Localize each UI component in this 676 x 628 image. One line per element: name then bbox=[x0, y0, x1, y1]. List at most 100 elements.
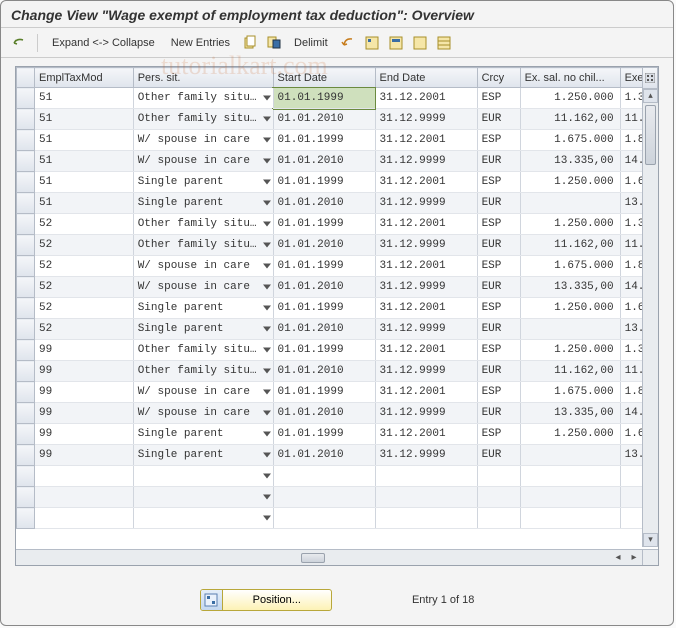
cell-pers-sit[interactable]: Other family situ… bbox=[133, 109, 273, 130]
cell-start-date[interactable]: 01.01.2010 bbox=[273, 193, 375, 214]
cell-pers-sit[interactable]: W/ spouse in care bbox=[133, 277, 273, 298]
table-row[interactable]: 52 Other family situ… 01.01.1999 31.12.2… bbox=[17, 214, 658, 235]
cell-empty[interactable] bbox=[35, 487, 134, 508]
col-empltaxmod[interactable]: EmplTaxMod bbox=[35, 68, 134, 88]
cell-pers-sit[interactable]: W/ spouse in care bbox=[133, 256, 273, 277]
cell-mod[interactable]: 99 bbox=[35, 424, 134, 445]
cell-empty[interactable] bbox=[520, 508, 620, 529]
cell-crcy[interactable]: EUR bbox=[477, 277, 520, 298]
cell-start-date[interactable]: 01.01.1999 bbox=[273, 256, 375, 277]
cell-mod[interactable]: 52 bbox=[35, 298, 134, 319]
cell-mod[interactable]: 51 bbox=[35, 172, 134, 193]
cell-start-date[interactable]: 01.01.1999 bbox=[273, 130, 375, 151]
hscroll-grip-icon[interactable] bbox=[301, 553, 325, 563]
chevron-down-icon[interactable] bbox=[263, 348, 271, 353]
cell-pers-sit[interactable]: W/ spouse in care bbox=[133, 382, 273, 403]
table-row[interactable]: 51 Other family situ… 01.01.1999 31.12.2… bbox=[17, 88, 658, 109]
cell-empty[interactable] bbox=[35, 508, 134, 529]
cell-pers-sit[interactable]: Single parent bbox=[133, 424, 273, 445]
cell-empty[interactable] bbox=[35, 466, 134, 487]
cell-ex-sal[interactable]: 1.675.000 bbox=[520, 382, 620, 403]
cell-mod[interactable]: 52 bbox=[35, 214, 134, 235]
cell-start-date[interactable]: 01.01.1999 bbox=[273, 298, 375, 319]
vertical-scrollbar[interactable]: ▴ ▾ bbox=[642, 89, 658, 547]
cell-end-date[interactable]: 31.12.9999 bbox=[375, 277, 477, 298]
row-selector[interactable] bbox=[17, 466, 35, 487]
cell-crcy[interactable]: EUR bbox=[477, 361, 520, 382]
chevron-down-icon[interactable] bbox=[263, 201, 271, 206]
cell-ex-sal[interactable] bbox=[520, 319, 620, 340]
cell-end-date[interactable]: 31.12.9999 bbox=[375, 445, 477, 466]
cell-mod[interactable]: 99 bbox=[35, 340, 134, 361]
row-selector[interactable] bbox=[17, 319, 35, 340]
chevron-down-icon[interactable] bbox=[263, 243, 271, 248]
row-selector[interactable] bbox=[17, 88, 35, 109]
cell-start-date[interactable]: 01.01.2010 bbox=[273, 235, 375, 256]
cell-ex-sal[interactable]: 13.335,00 bbox=[520, 277, 620, 298]
cell-start-date[interactable]: 01.01.1999 bbox=[273, 382, 375, 403]
cell-crcy[interactable]: ESP bbox=[477, 88, 520, 109]
cell-crcy[interactable]: ESP bbox=[477, 340, 520, 361]
cell-empty[interactable] bbox=[477, 487, 520, 508]
cell-crcy[interactable]: EUR bbox=[477, 151, 520, 172]
scroll-thumb[interactable] bbox=[645, 105, 656, 165]
table-row[interactable]: 99 W/ spouse in care 01.01.2010 31.12.99… bbox=[17, 403, 658, 424]
table-row[interactable]: 99 Other family situ… 01.01.2010 31.12.9… bbox=[17, 361, 658, 382]
cell-pers-sit[interactable]: W/ spouse in care bbox=[133, 130, 273, 151]
cell-pers-sit[interactable]: W/ spouse in care bbox=[133, 403, 273, 424]
cell-pers-sit[interactable]: Single parent bbox=[133, 298, 273, 319]
cell-start-date[interactable]: 01.01.1999 bbox=[273, 172, 375, 193]
cell-pers-sit[interactable]: Other family situ… bbox=[133, 340, 273, 361]
row-selector[interactable] bbox=[17, 151, 35, 172]
cell-mod[interactable]: 52 bbox=[35, 277, 134, 298]
cell-mod[interactable]: 99 bbox=[35, 382, 134, 403]
cell-start-date[interactable]: 01.01.1999 bbox=[273, 88, 375, 109]
cell-pers-sit[interactable]: Single parent bbox=[133, 193, 273, 214]
cell-ex-sal[interactable]: 1.675.000 bbox=[520, 256, 620, 277]
row-selector[interactable] bbox=[17, 214, 35, 235]
cell-ex-sal[interactable]: 13.335,00 bbox=[520, 151, 620, 172]
chevron-down-icon[interactable] bbox=[263, 264, 271, 269]
cell-crcy[interactable]: ESP bbox=[477, 256, 520, 277]
cell-empty[interactable] bbox=[520, 466, 620, 487]
cell-start-date[interactable]: 01.01.2010 bbox=[273, 319, 375, 340]
cell-ex-sal[interactable]: 1.250.000 bbox=[520, 88, 620, 109]
cell-crcy[interactable]: EUR bbox=[477, 235, 520, 256]
cell-ex-sal[interactable]: 1.250.000 bbox=[520, 172, 620, 193]
cell-pers-sit[interactable]: Single parent bbox=[133, 445, 273, 466]
cell-crcy[interactable]: ESP bbox=[477, 424, 520, 445]
select-all-icon[interactable] bbox=[362, 33, 382, 53]
cell-start-date[interactable]: 01.01.2010 bbox=[273, 151, 375, 172]
row-selector[interactable] bbox=[17, 340, 35, 361]
cell-ex-sal[interactable] bbox=[520, 445, 620, 466]
cell-end-date[interactable]: 31.12.9999 bbox=[375, 361, 477, 382]
row-selector[interactable] bbox=[17, 382, 35, 403]
cell-empty[interactable] bbox=[477, 466, 520, 487]
cell-ex-sal[interactable]: 1.250.000 bbox=[520, 340, 620, 361]
cell-ex-sal[interactable]: 11.162,00 bbox=[520, 235, 620, 256]
cell-crcy[interactable]: EUR bbox=[477, 109, 520, 130]
cell-end-date[interactable]: 31.12.2001 bbox=[375, 172, 477, 193]
col-pers-sit[interactable]: Pers. sit. bbox=[133, 68, 273, 88]
cell-ex-sal[interactable]: 1.250.000 bbox=[520, 214, 620, 235]
copy-icon[interactable] bbox=[240, 33, 260, 53]
cell-crcy[interactable]: ESP bbox=[477, 214, 520, 235]
cell-pers-sit[interactable]: Other family situ… bbox=[133, 235, 273, 256]
scroll-down-icon[interactable]: ▾ bbox=[643, 533, 658, 547]
cell-empty[interactable] bbox=[273, 508, 375, 529]
chevron-down-icon[interactable] bbox=[263, 369, 271, 374]
cell-mod[interactable]: 52 bbox=[35, 319, 134, 340]
config-icon[interactable] bbox=[434, 33, 454, 53]
chevron-down-icon[interactable] bbox=[263, 327, 271, 332]
scroll-up-icon[interactable]: ▴ bbox=[643, 89, 658, 103]
cell-end-date[interactable]: 31.12.2001 bbox=[375, 424, 477, 445]
cell-crcy[interactable]: ESP bbox=[477, 130, 520, 151]
table-row[interactable]: 52 W/ spouse in care 01.01.1999 31.12.20… bbox=[17, 256, 658, 277]
cell-pers-sit[interactable]: Other family situ… bbox=[133, 214, 273, 235]
chevron-down-icon[interactable] bbox=[263, 495, 271, 500]
cell-ex-sal[interactable] bbox=[520, 193, 620, 214]
cell-crcy[interactable]: EUR bbox=[477, 403, 520, 424]
cell-start-date[interactable]: 01.01.1999 bbox=[273, 340, 375, 361]
cell-crcy[interactable]: ESP bbox=[477, 382, 520, 403]
cell-start-date[interactable]: 01.01.2010 bbox=[273, 109, 375, 130]
